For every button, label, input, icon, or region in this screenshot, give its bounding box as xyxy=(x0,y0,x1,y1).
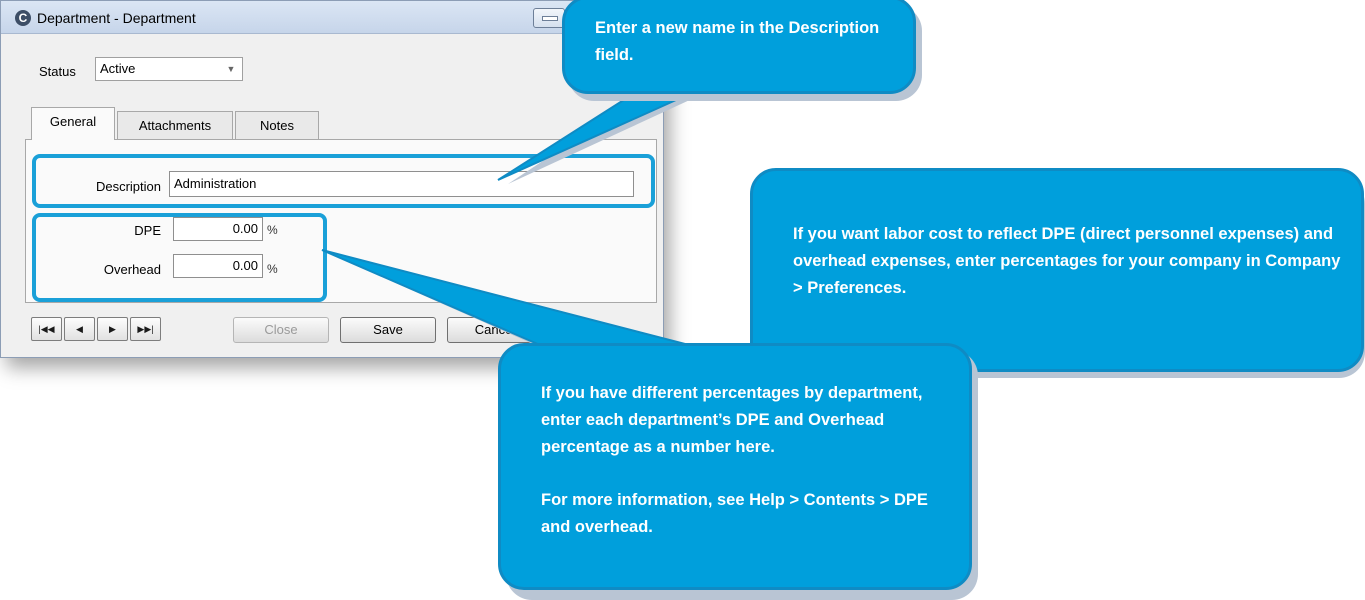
department-callout-text-1: If you have different percentages by dep… xyxy=(541,384,923,456)
department-callout-text-2: For more information, see Help > Content… xyxy=(541,491,928,536)
tab-general[interactable]: General xyxy=(31,107,115,140)
department-pointer xyxy=(321,249,717,353)
department-callout: If you have different percentages by dep… xyxy=(498,343,972,590)
preferences-callout: If you want labor cost to reflect DPE (d… xyxy=(750,168,1364,372)
description-callout-text: Enter a new name in the Description fiel… xyxy=(595,19,880,64)
description-callout: Enter a new name in the Description fiel… xyxy=(562,0,916,94)
preferences-callout-text: If you want labor cost to reflect DPE (d… xyxy=(793,225,1341,297)
